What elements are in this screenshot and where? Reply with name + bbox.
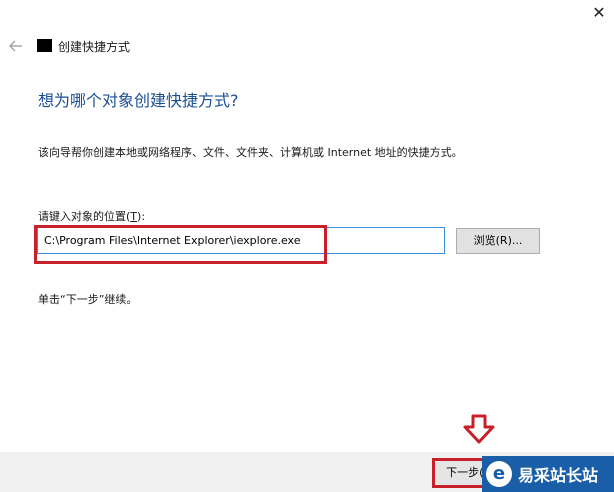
watermark-e-icon: e (486, 461, 512, 487)
close-icon[interactable]: ✕ (590, 4, 608, 22)
location-highlight-box (34, 225, 327, 264)
watermark-text: 易采站长站 (518, 466, 599, 485)
location-label-prefix: 请键入对象的位置( (38, 210, 131, 223)
create-shortcut-wizard: ✕ 创建快捷方式 想为哪个对象创建快捷方式? 该向导帮你创建本地或网络程序、文件… (0, 0, 614, 492)
down-arrow-icon (462, 414, 496, 444)
page-heading: 想为哪个对象创建快捷方式? (38, 91, 239, 110)
browse-button[interactable]: 浏览(R)... (456, 228, 540, 254)
location-label-suffix: ): (137, 210, 146, 223)
wizard-title: 创建快捷方式 (58, 40, 131, 54)
watermark-logo: e 易采站长站 (482, 456, 614, 492)
location-label: 请键入对象的位置(T): (38, 208, 145, 224)
back-arrow-icon[interactable] (6, 36, 26, 56)
wizard-description: 该向导帮你创建本地或网络程序、文件、文件夹、计算机或 Internet 地址的快… (38, 146, 463, 159)
continue-hint: 单击“下一步”继续。 (38, 293, 138, 306)
shortcut-icon (37, 39, 52, 52)
